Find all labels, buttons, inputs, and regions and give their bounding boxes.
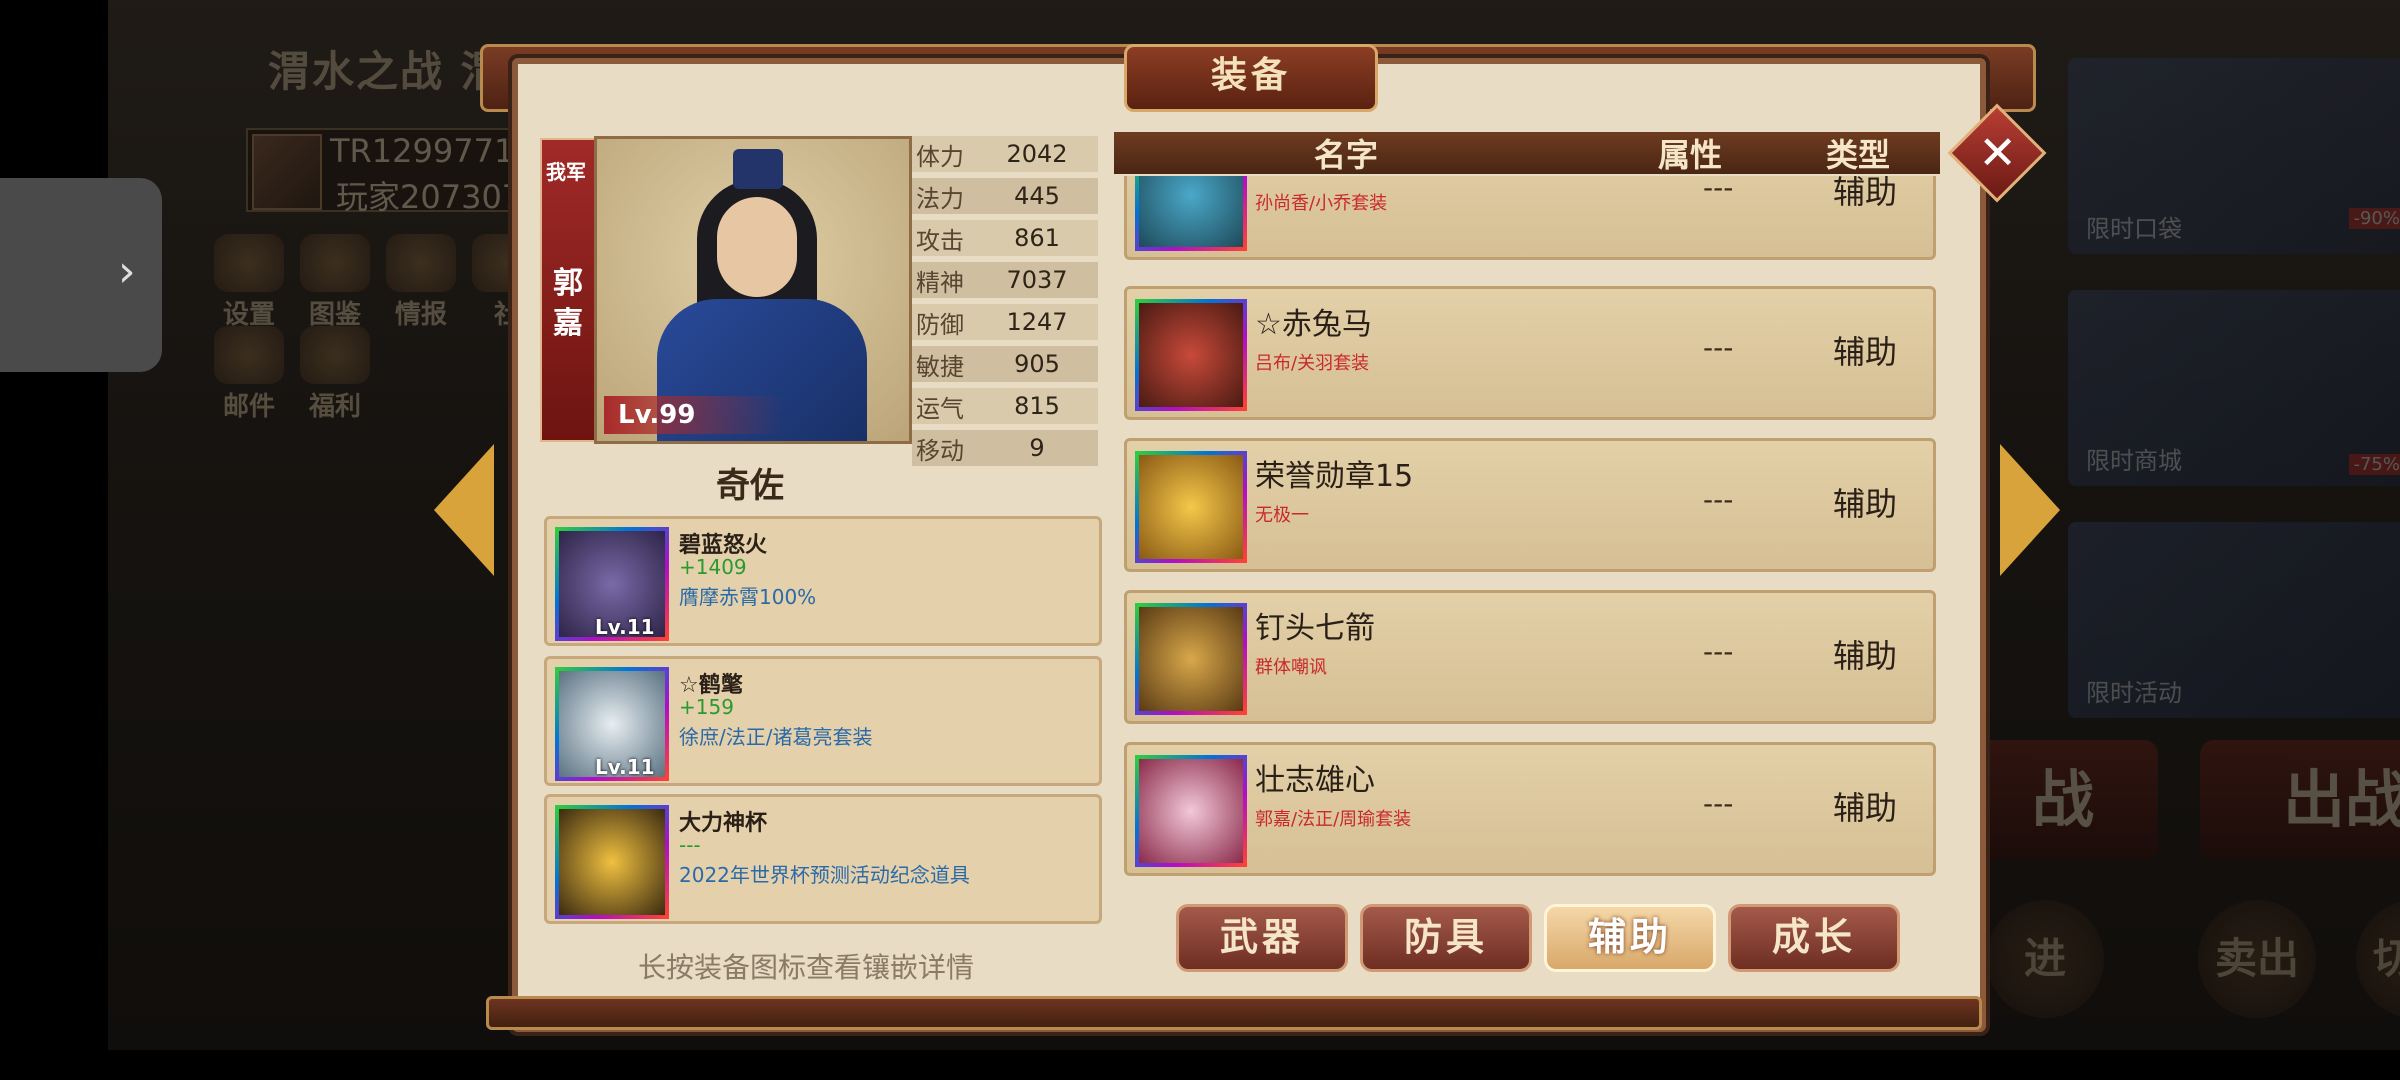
dialog-bottom-frame [486,996,1982,1030]
item-type: 辅助 [1833,637,1898,675]
stat-value: 861 [1014,224,1060,252]
header-type: 类型 [1826,136,1891,174]
header-name: 名字 [1314,136,1379,174]
faction-label: 我军 [546,160,586,184]
equip-level: Lv.11 [595,755,655,779]
stat-label: 精神 [916,268,964,297]
stat-label: 防御 [916,310,964,339]
jade-pendant-icon[interactable] [1135,176,1247,251]
next-hero-arrow-icon[interactable] [2000,444,2060,576]
equip-bonus: --- [679,833,701,857]
close-icon: ✕ [1978,125,2017,180]
trophy-icon[interactable] [555,805,669,919]
tab-weapon[interactable]: 武器 [1176,904,1348,972]
stat-value: 905 [1014,350,1060,378]
equip-bonus: +1409 [679,555,747,579]
horse-icon[interactable] [1135,299,1247,411]
item-attr: --- [1703,787,1734,820]
equipment-list[interactable]: 孙尚香/小乔套装 --- 辅助 ☆赤兔马 吕布/关羽套装 --- 辅助 荣誉勋章… [1114,176,1940,878]
tab-accessory[interactable]: 辅助 [1544,904,1716,972]
item-attr: --- [1703,635,1734,668]
item-type: 辅助 [1833,485,1898,523]
list-header: 名字 属性 类型 [1114,132,1940,174]
equip-desc: 2022年世界杯预测活动纪念道具 [679,863,970,887]
stat-value: 815 [1014,392,1060,420]
item-type: 辅助 [1833,333,1898,371]
stat-row: 攻击 861 [912,220,1098,256]
list-item[interactable]: 孙尚香/小乔套装 --- 辅助 [1124,176,1936,260]
dialog-title-plate: 装备 [1124,44,1378,112]
list-item[interactable]: 钉头七箭 群体嘲讽 --- 辅助 [1124,590,1936,724]
category-tabs: 武器 防具 辅助 成长 [1176,904,1900,972]
stat-value: 9 [1029,434,1045,462]
item-name: 荣誉勋章15 [1255,459,1414,494]
stat-label: 敏捷 [916,352,964,381]
stat-label: 运气 [916,394,964,423]
header-attr: 属性 [1658,136,1723,174]
equip-desc: 徐庶/法正/诸葛亮套装 [679,725,873,749]
stat-value: 2042 [1006,140,1068,168]
equip-level: Lv.11 [595,615,655,639]
item-set: 吕布/关羽套装 [1255,353,1370,374]
dialog-title: 装备 [1210,55,1291,96]
hero-level: Lv.99 [618,400,696,430]
stat-row: 精神 7037 [912,262,1098,298]
hero-name: 郭嘉 [553,266,583,341]
portrait-face [717,197,797,297]
stat-row: 移动 9 [912,430,1098,466]
equipped-armor-slot[interactable]: Lv.11 ☆鹤氅 +159 徐庶/法正/诸葛亮套装 [544,656,1102,786]
item-name: 壮志雄心 [1255,763,1375,798]
stat-label: 攻击 [916,226,964,255]
item-attr: --- [1703,483,1734,516]
scroll-icon[interactable] [1135,755,1247,867]
item-set: 孙尚香/小乔套装 [1255,193,1388,214]
medal-icon[interactable] [1135,451,1247,563]
hero-level-bar: Lv.99 [604,396,784,434]
list-item[interactable]: 荣誉勋章15 无极一 --- 辅助 [1124,438,1936,572]
item-name: 钉头七箭 [1255,611,1375,646]
arrows-totem-icon[interactable] [1135,603,1247,715]
equip-bonus: +159 [679,695,734,719]
stat-row: 体力 2042 [912,136,1098,172]
side-expand-tab[interactable]: › [0,178,162,372]
stat-row: 防御 1247 [912,304,1098,340]
stat-row: 法力 445 [912,178,1098,214]
inlay-hint: 长按装备图标查看镶嵌详情 [638,951,975,984]
stat-row: 运气 815 [912,388,1098,424]
stat-label: 体力 [916,142,964,171]
stat-value: 7037 [1006,266,1068,294]
item-set: 郭嘉/法正/周瑜套装 [1255,809,1412,830]
prev-hero-arrow-icon[interactable] [434,444,494,576]
chevron-right-icon: › [118,246,136,297]
list-item[interactable]: 壮志雄心 郭嘉/法正/周瑜套装 --- 辅助 [1124,742,1936,876]
hero-title: 奇佐 [716,466,784,506]
item-type: 辅助 [1833,789,1898,827]
stat-label: 法力 [916,184,964,213]
stat-value: 1247 [1006,308,1068,336]
stat-row: 敏捷 905 [912,346,1098,382]
portrait-hat [733,149,783,189]
stat-value: 445 [1014,182,1060,210]
item-attr: --- [1703,331,1734,364]
list-item[interactable]: ☆赤兔马 吕布/关羽套装 --- 辅助 [1124,286,1936,420]
tab-growth[interactable]: 成长 [1728,904,1900,972]
equipped-weapon-slot[interactable]: Lv.11 碧蓝怒火 +1409 膺摩赤霄100% [544,516,1102,646]
hero-ribbon: 我军 郭嘉 [540,138,596,442]
item-attr: --- [1703,176,1734,204]
item-set: 无极一 [1255,505,1309,526]
item-name: ☆赤兔马 [1255,307,1372,342]
tab-armor[interactable]: 防具 [1360,904,1532,972]
item-type: 辅助 [1833,176,1898,211]
hero-stats: 体力 2042 法力 445 攻击 861 精神 7037 防御 1247 敏捷 905 运… [912,136,1098,472]
equip-desc: 膺摩赤霄100% [679,585,817,609]
equipped-accessory-slot[interactable]: 大力神杯 --- 2022年世界杯预测活动纪念道具 [544,794,1102,924]
stat-label: 移动 [916,436,964,465]
item-set: 群体嘲讽 [1255,657,1327,678]
